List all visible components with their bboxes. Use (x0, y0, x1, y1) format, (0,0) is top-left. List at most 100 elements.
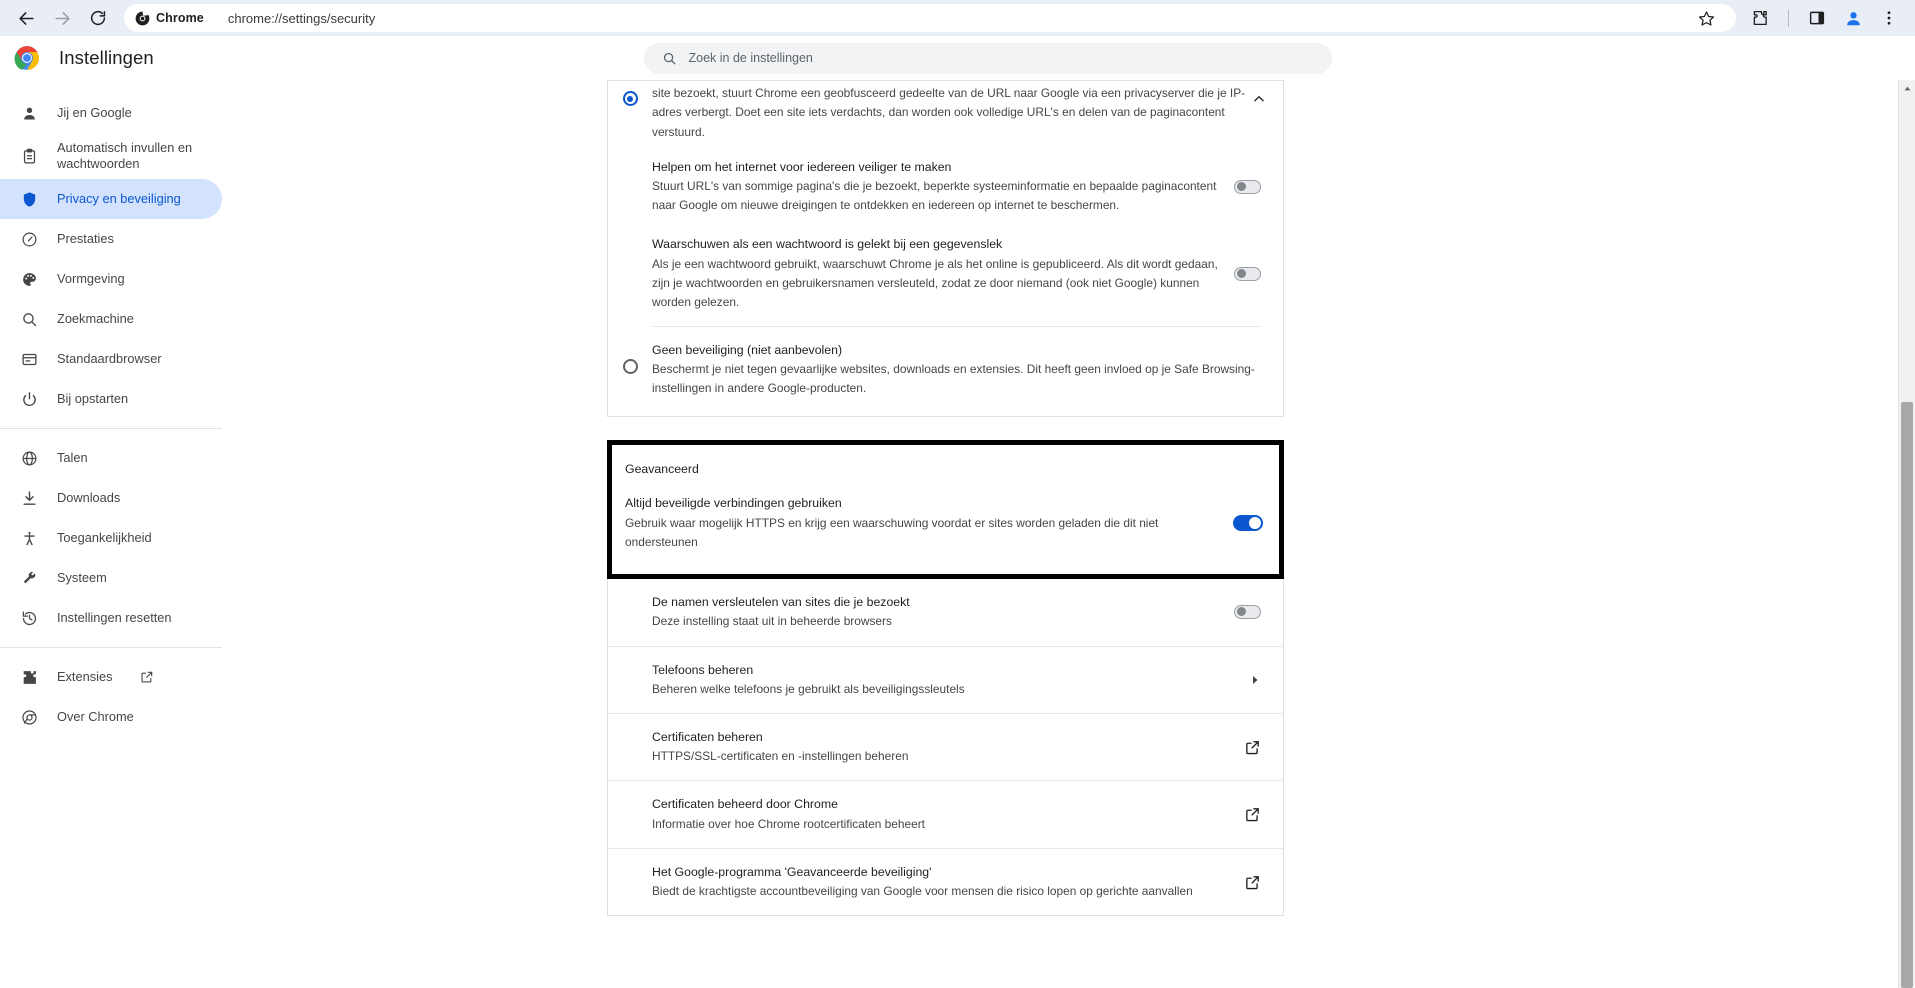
sidebar-label: Talen (57, 449, 88, 465)
wrench-icon (19, 568, 39, 588)
sidebar-item-on-startup[interactable]: Bij opstarten (0, 379, 222, 419)
search-area: Zoek in de instellingen (290, 42, 1915, 74)
sidebar-label: Prestaties (57, 230, 114, 246)
back-arrow-icon (18, 11, 34, 25)
sidebar-item-default-browser[interactable]: Standaardbrowser (0, 339, 222, 379)
sidebar-label: Instellingen resetten (57, 609, 172, 625)
toolbar-divider (1788, 9, 1789, 27)
chrome-menu-button[interactable] (1873, 2, 1905, 34)
address-bar[interactable]: Chrome chrome://settings/security (124, 4, 1736, 32)
row-manage-certificates[interactable]: Certificaten beheren HTTPS/SSL-certifica… (608, 712, 1283, 780)
row-subtitle: Informatie over hoe Chrome rootcertifica… (652, 816, 925, 831)
reload-icon (90, 10, 106, 26)
row-manage-phones[interactable]: Telefoons beheren Beheren welke telefoon… (608, 645, 1283, 713)
row-always-use-secure-connections[interactable]: Altijd beveiligde verbindingen gebruiken… (612, 476, 1279, 574)
row-certificates-managed-by-chrome[interactable]: Certificaten beheerd door Chrome Informa… (608, 780, 1283, 847)
sidebar-label: Standaardbrowser (57, 350, 162, 366)
sidebar-label: Bij opstarten (57, 390, 129, 406)
three-dot-menu-icon (1887, 11, 1891, 25)
no-protection-radio[interactable] (622, 358, 638, 374)
scrollbar-up-arrow[interactable] (1899, 80, 1915, 97)
toggle-knob (1248, 516, 1261, 529)
no-protection-option[interactable]: Geen beveiliging (niet aanbevolen) Besch… (608, 327, 1283, 417)
radio-column (608, 87, 652, 142)
profile-button[interactable] (1837, 2, 1869, 34)
sidebar-label: Downloads (57, 489, 121, 505)
page-scrollbar[interactable] (1898, 80, 1915, 988)
browser-toolbar: Chrome chrome://settings/security (0, 0, 1915, 36)
safer-internet-toggle[interactable] (1234, 179, 1261, 194)
row-advanced-protection-program[interactable]: Het Google-programma 'Geavanceerde bevei… (608, 847, 1283, 915)
enhanced-protection-description: site bezoekt, stuurt Chrome een geobfusc… (652, 86, 1246, 139)
extensions-button[interactable] (1744, 2, 1776, 34)
row-subtitle: Stuurt URL's van sommige pagina's die je… (652, 179, 1217, 213)
external-link-icon[interactable] (1244, 874, 1261, 891)
main-content: site bezoekt, stuurt Chrome een geobfusc… (290, 80, 1915, 988)
avatar-icon (1846, 11, 1860, 25)
bookmark-button[interactable] (1690, 4, 1722, 32)
advanced-rows-card: De namen versleutelen van sites die je b… (607, 579, 1284, 917)
sidebar-item-performance[interactable]: Prestaties (0, 219, 222, 259)
row-title: Telefoons beheren (652, 662, 754, 677)
row-title: Altijd beveiligde verbindingen gebruiken (625, 496, 842, 511)
row-text: Certificaten beheren HTTPS/SSL-certifica… (652, 728, 1230, 766)
row-safer-internet[interactable]: Helpen om het internet voor iedereen vei… (608, 142, 1283, 224)
sidebar-label: Automatisch invullen en wachtwoorden (57, 139, 193, 171)
reload-button[interactable] (82, 2, 114, 34)
globe-icon (19, 448, 39, 468)
row-text: Helpen om het internet voor iedereen vei… (652, 158, 1220, 216)
settings-content-column: site bezoekt, stuurt Chrome een geobfusc… (607, 80, 1284, 917)
sidebar-item-privacy-security[interactable]: Privacy en beveiliging (0, 179, 222, 219)
external-link-icon[interactable] (1244, 739, 1261, 756)
sidebar-item-accessibility[interactable]: Toegankelijkheid (0, 518, 222, 558)
no-protection-title: Geen beveiliging (niet aanbevolen) (652, 342, 843, 357)
sidebar-item-autofill-passwords[interactable]: Automatisch invullen en wachtwoorden (0, 133, 222, 179)
sidebar-label: Extensies (57, 668, 113, 684)
url-text[interactable]: chrome://settings/security (228, 11, 1690, 26)
enhanced-protection-radio[interactable] (622, 91, 638, 106)
toggle-knob (1237, 607, 1246, 617)
sidebar-label: Over Chrome (57, 708, 134, 724)
forward-button[interactable] (46, 2, 78, 34)
sidebar-label: Vormgeving (57, 270, 125, 286)
row-subtitle: Biedt de krachtigste accountbeveiliging … (652, 884, 1193, 899)
settings-body: Jij en Google Automatisch invullen en wa… (0, 80, 1915, 988)
safe-browsing-card: site bezoekt, stuurt Chrome een geobfusc… (607, 80, 1284, 418)
sidebar-item-appearance[interactable]: Vormgeving (0, 259, 222, 299)
encrypt-site-names-toggle[interactable] (1234, 605, 1261, 620)
chevron-right-icon[interactable] (1243, 674, 1261, 686)
sidebar-item-reset-settings[interactable]: Instellingen resetten (0, 598, 222, 638)
password-breach-toggle[interactable] (1234, 266, 1261, 281)
external-link-icon[interactable] (140, 670, 154, 684)
sidebar-item-languages[interactable]: Talen (0, 438, 222, 478)
power-icon (19, 389, 39, 409)
row-encrypt-site-names[interactable]: De namen versleutelen van sites die je b… (608, 579, 1283, 645)
sidebar-divider-1 (0, 428, 222, 429)
side-panel-button[interactable] (1801, 2, 1833, 34)
external-link-icon[interactable] (1244, 806, 1261, 823)
collapse-button[interactable] (1249, 89, 1269, 109)
sidebar-divider-2 (0, 647, 222, 648)
enhanced-protection-option[interactable]: site bezoekt, stuurt Chrome een geobfusc… (608, 81, 1283, 142)
search-input[interactable]: Zoek in de instellingen (643, 42, 1332, 74)
sidebar-item-system[interactable]: Systeem (0, 558, 222, 598)
sidebar-item-search-engine[interactable]: Zoekmachine (0, 299, 222, 339)
row-password-breach-warning[interactable]: Waarschuwen als een wachtwoord is gelekt… (608, 223, 1283, 326)
no-protection-subtitle: Beschermt je niet tegen gevaarlijke webs… (652, 362, 1255, 396)
row-text: Certificaten beheerd door Chrome Informa… (652, 795, 1230, 833)
sidebar-label: Privacy en beveiliging (57, 190, 181, 206)
settings-brand: Instellingen (0, 45, 290, 71)
advanced-section-highlighted: Geavanceerd Altijd beveiligde verbinding… (607, 440, 1284, 580)
always-use-secure-connections-toggle[interactable] (1233, 515, 1263, 532)
chrome-origin-chip[interactable]: Chrome (124, 4, 216, 32)
sidebar-item-about-chrome[interactable]: Over Chrome (0, 697, 222, 737)
sidebar-item-extensions[interactable]: Extensies (0, 657, 222, 697)
enhanced-protection-body: site bezoekt, stuurt Chrome een geobfusc… (652, 86, 1261, 142)
scrollbar-thumb[interactable] (1901, 402, 1913, 988)
row-subtitle: Beheren welke telefoons je gebruikt als … (652, 681, 965, 696)
forward-arrow-icon (54, 11, 70, 25)
back-button[interactable] (10, 2, 42, 34)
sidebar-label: Toegankelijkheid (57, 529, 152, 545)
sidebar-item-downloads[interactable]: Downloads (0, 478, 222, 518)
sidebar-item-you-and-google[interactable]: Jij en Google (0, 93, 222, 133)
